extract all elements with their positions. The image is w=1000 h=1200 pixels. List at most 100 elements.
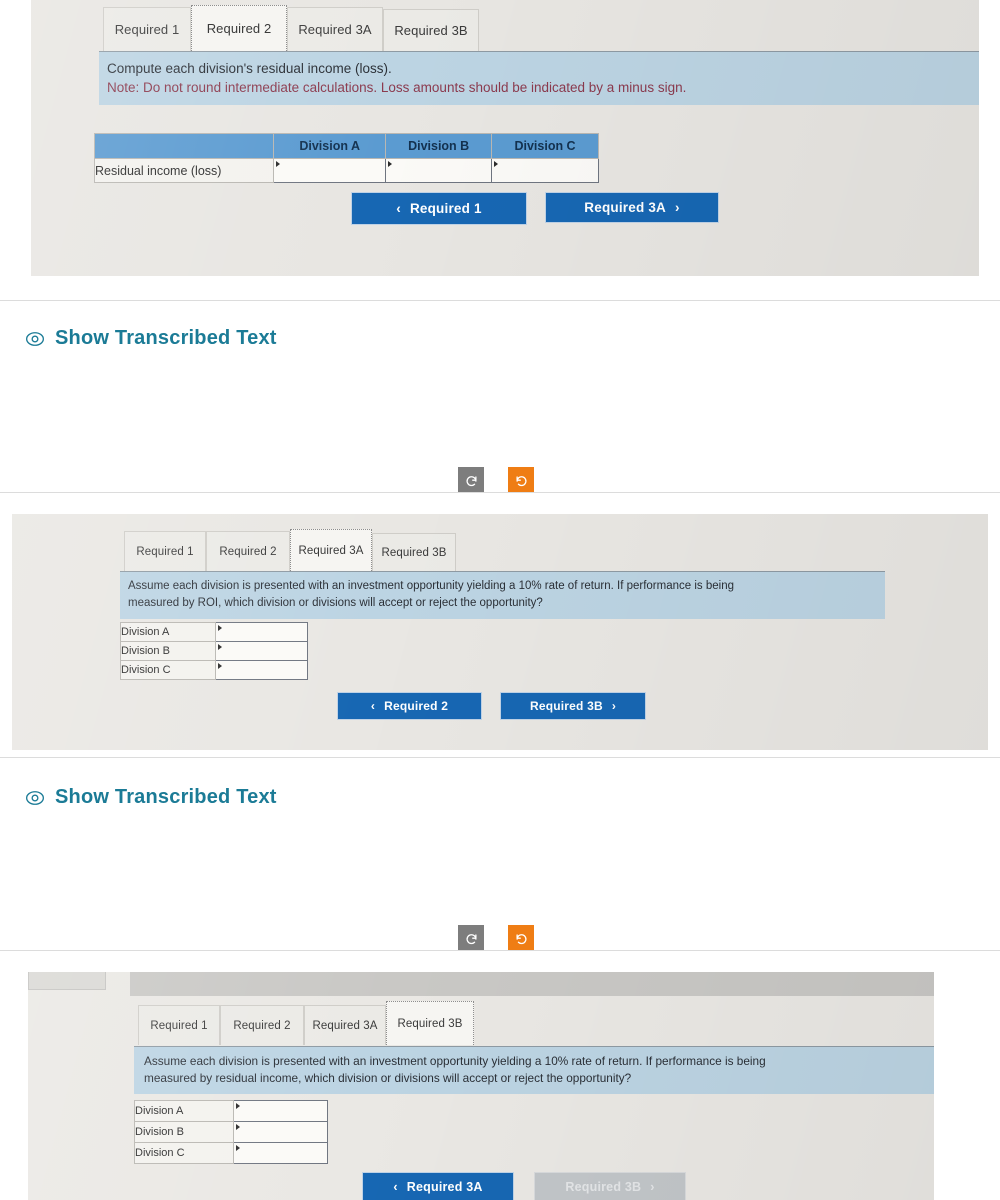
tab-label: Required 1 xyxy=(150,1019,208,1032)
select-division-a[interactable] xyxy=(214,622,309,642)
prev-button-label: Required 1 xyxy=(409,201,482,216)
row-label-residual-income: Residual income (loss) xyxy=(93,158,275,183)
tabs-required-2: Required 1 Required 2 Required 3A Requir… xyxy=(103,5,479,51)
instruction-band-required-3b: Assume each division is presented with a… xyxy=(134,1046,934,1094)
instruction-band-required-3a: Assume each division is presented with a… xyxy=(120,571,885,619)
rotate-clockwise-button[interactable] xyxy=(508,467,534,493)
select-division-a[interactable] xyxy=(232,1100,329,1122)
band-divider xyxy=(120,571,885,572)
show-transcribed-text-1[interactable]: Show Transcribed Text xyxy=(25,327,277,350)
chevron-left-icon: ‹ xyxy=(370,699,376,713)
tab-required-3a[interactable]: Required 3A xyxy=(290,529,372,571)
tab-label: Required 3A xyxy=(298,544,364,557)
rotate-clockwise-icon xyxy=(515,933,527,944)
chevron-left-icon: ‹ xyxy=(396,201,401,216)
toolbar-button-placeholder xyxy=(28,972,106,990)
tab-required-1[interactable]: Required 1 xyxy=(138,1005,220,1045)
show-transcribed-text-label: Show Transcribed Text xyxy=(55,327,277,349)
nav-buttons-required-3a: ‹ Required 2 Required 3B › xyxy=(337,692,646,720)
tab-required-2[interactable]: Required 2 xyxy=(220,1005,304,1045)
rotate-controls-1 xyxy=(458,467,534,493)
input-division-b[interactable] xyxy=(385,158,493,183)
select-division-c[interactable] xyxy=(214,660,309,680)
header-division-b: Division B xyxy=(385,133,493,159)
tab-required-3a[interactable]: Required 3A xyxy=(304,1005,386,1045)
section-divider xyxy=(0,300,1000,301)
instruction-line-2: measured by residual income, which divis… xyxy=(144,1071,632,1085)
row-label-division-b: Division B xyxy=(134,1121,234,1143)
table-row: Division A xyxy=(120,622,309,642)
row-label-division-c: Division C xyxy=(120,660,216,680)
tab-required-3b[interactable]: Required 3B xyxy=(383,9,479,51)
instruction-line-1: Assume each division is presented with a… xyxy=(144,1054,766,1068)
instruction-line-1: Assume each division is presented with a… xyxy=(128,580,734,592)
rotate-clockwise-icon xyxy=(515,475,527,486)
prev-button-label: Required 2 xyxy=(384,699,449,713)
next-button[interactable]: Required 3A › xyxy=(545,192,719,223)
tab-label: Required 3B xyxy=(381,546,447,559)
prev-button[interactable]: ‹ Required 3A xyxy=(362,1172,514,1200)
header-corner xyxy=(93,133,275,159)
toolbar-strip xyxy=(130,972,934,996)
section-divider xyxy=(0,757,1000,758)
table-row: Division A xyxy=(134,1100,329,1122)
next-button-label: Required 3A xyxy=(584,200,666,215)
row-label-division-a: Division A xyxy=(120,622,216,642)
division-answer-table-3a: Division A Division B Division C xyxy=(120,622,309,680)
header-division-a: Division A xyxy=(273,133,387,159)
tab-required-3a[interactable]: Required 3A xyxy=(287,7,383,51)
select-division-b[interactable] xyxy=(232,1121,329,1143)
chevron-right-icon: › xyxy=(611,699,617,713)
row-label-division-c: Division C xyxy=(134,1142,234,1164)
row-label-division-b: Division B xyxy=(120,641,216,661)
prev-button[interactable]: ‹ Required 1 xyxy=(351,192,527,225)
prev-button-label: Required 3A xyxy=(406,1180,483,1194)
band-divider xyxy=(134,1046,934,1047)
instruction-line-1: Compute each division's residual income … xyxy=(107,61,392,76)
question-image-required-3a: Required 1 Required 2 Required 3A Requir… xyxy=(6,508,994,756)
input-division-a[interactable] xyxy=(273,158,387,183)
band-divider xyxy=(99,51,979,52)
tab-required-3b[interactable]: Required 3B xyxy=(386,1001,474,1045)
chevron-left-icon: ‹ xyxy=(393,1180,398,1194)
instruction-line-2: measured by ROI, which division or divis… xyxy=(128,597,543,609)
division-answer-table-3b: Division A Division B Division C xyxy=(134,1100,329,1164)
next-button-label: Required 3B xyxy=(565,1180,642,1194)
tab-label: Required 2 xyxy=(233,1019,291,1032)
tab-label: Required 1 xyxy=(136,545,194,558)
next-button[interactable]: Required 3B › xyxy=(534,1172,686,1200)
tab-required-1[interactable]: Required 1 xyxy=(124,531,206,571)
select-division-c[interactable] xyxy=(232,1142,329,1164)
rotate-clockwise-button[interactable] xyxy=(508,925,534,951)
rotate-counterclockwise-icon xyxy=(465,933,477,944)
show-transcribed-text-2[interactable]: Show Transcribed Text xyxy=(25,786,277,809)
tab-label: Required 3B xyxy=(394,23,468,38)
tab-required-1[interactable]: Required 1 xyxy=(103,7,191,51)
tab-label: Required 2 xyxy=(206,21,272,36)
tab-required-2[interactable]: Required 2 xyxy=(206,531,290,571)
table-row: Division C xyxy=(134,1142,329,1164)
instruction-note: Note: Do not round intermediate calculat… xyxy=(107,80,687,95)
tab-required-3b[interactable]: Required 3B xyxy=(372,533,456,571)
select-division-b[interactable] xyxy=(214,641,309,661)
rotate-counterclockwise-button[interactable] xyxy=(458,925,484,951)
table-row: Residual income (loss) xyxy=(93,158,599,183)
tabs-required-3b: Required 1 Required 2 Required 3A Requir… xyxy=(138,1001,474,1045)
table-header-row: Division A Division B Division C xyxy=(93,133,599,159)
table-row: Division C xyxy=(120,660,309,680)
tab-label: Required 1 xyxy=(114,22,180,37)
input-division-c[interactable] xyxy=(491,158,599,183)
table-row: Division B xyxy=(120,641,309,661)
tabs-required-3a: Required 1 Required 2 Required 3A Requir… xyxy=(124,529,456,571)
question-image-required-2: Required 1 Required 2 Required 3A Requir… xyxy=(25,0,985,282)
tab-required-2[interactable]: Required 2 xyxy=(191,5,287,51)
next-button[interactable]: Required 3B › xyxy=(500,692,646,720)
rotate-counterclockwise-button[interactable] xyxy=(458,467,484,493)
residual-income-table: Division A Division B Division C Residua… xyxy=(93,133,599,183)
show-transcribed-text-label: Show Transcribed Text xyxy=(55,786,277,808)
nav-buttons-required-3b: ‹ Required 3A Required 3B › xyxy=(362,1172,686,1200)
rotate-counterclockwise-icon xyxy=(465,475,477,486)
header-division-c: Division C xyxy=(491,133,599,159)
prev-button[interactable]: ‹ Required 2 xyxy=(337,692,482,720)
question-image-required-3b: Required 1 Required 2 Required 3A Requir… xyxy=(22,972,934,1200)
